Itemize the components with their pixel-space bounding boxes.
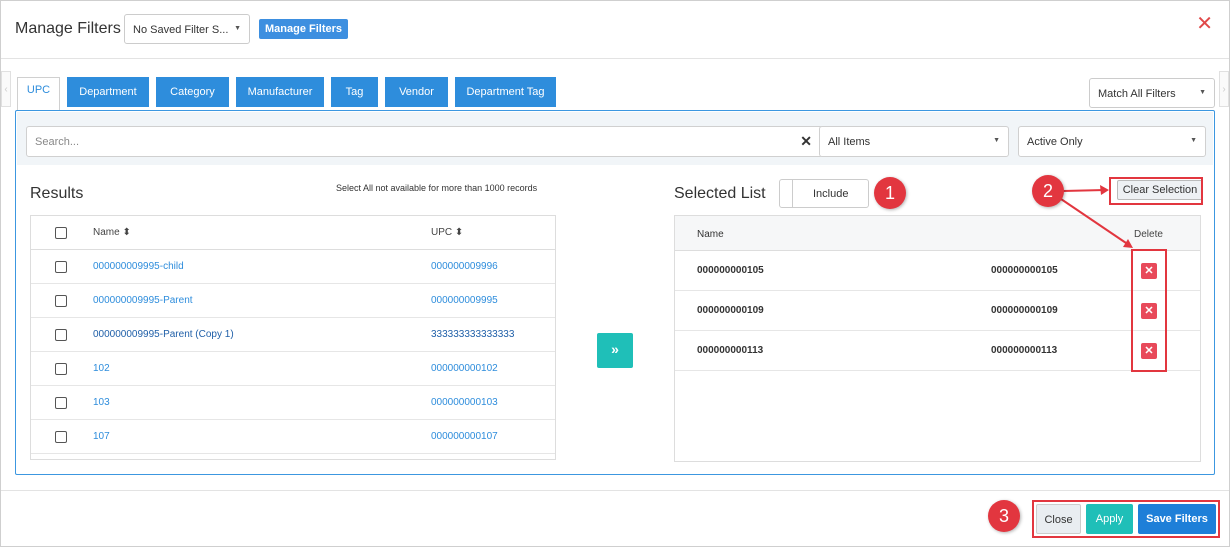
manage-filters-modal: Manage Filters No Saved Filter S... ▼ Ma… (0, 0, 1230, 547)
annotation-arrows (1060, 185, 1133, 248)
annotation-badge-2: 2 (1032, 175, 1064, 207)
annotation-badge-1: 1 (874, 177, 906, 209)
annotation-badge-3: 3 (988, 500, 1020, 532)
